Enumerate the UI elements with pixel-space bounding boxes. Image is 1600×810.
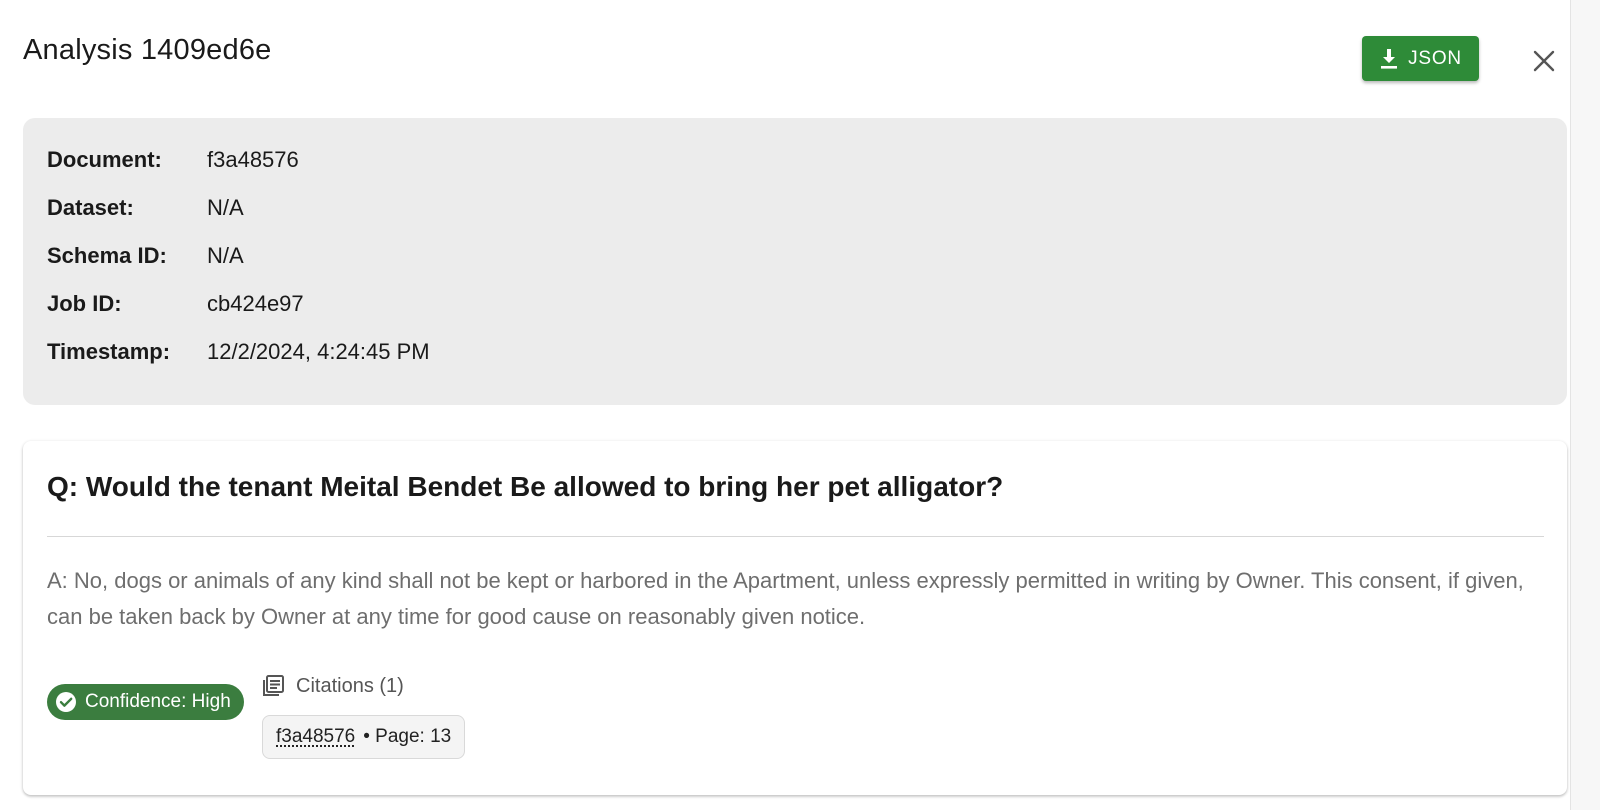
metadata-row-schema-id: Schema ID: N/A [47,241,244,271]
metadata-row-timestamp: Timestamp: 12/2/2024, 4:24:45 PM [47,337,430,367]
qa-card: Q: Would the tenant Meital Bendet Be all… [23,441,1567,795]
metadata-row-document: Document: f3a48576 [47,145,299,175]
metadata-label: Job ID: [47,291,122,316]
close-icon [1532,49,1556,73]
metadata-value: f3a48576 [207,147,299,172]
metadata-label: Document: [47,147,162,172]
check-circle-icon [55,691,77,713]
metadata-panel: Document: f3a48576 Dataset: N/A Schema I… [23,118,1567,405]
confidence-label: Confidence: High [85,691,231,712]
citation-page: • Page: 13 [363,726,452,747]
metadata-label: Timestamp: [47,339,171,364]
dialog-header: Analysis 1409ed6e JSON [23,34,1555,94]
metadata-row-job-id: Job ID: cb424e97 [47,289,304,319]
scrollbar[interactable] [1570,0,1600,810]
metadata-row-dataset: Dataset: N/A [47,193,244,223]
citations-header: Citations (1) [262,671,404,701]
metadata-label: Schema ID: [47,243,167,268]
citation-document-link[interactable]: f3a48576 [276,726,355,748]
metadata-value: N/A [207,195,244,220]
json-button-label: JSON [1408,47,1462,69]
confidence-badge: Confidence: High [47,684,244,720]
citations-label: Citations (1) [296,674,404,697]
divider [47,536,1544,537]
question-text: Q: Would the tenant Meital Bendet Be all… [47,471,1004,502]
close-button[interactable] [1527,44,1561,78]
citation-chip[interactable]: f3a48576 • Page: 13 [262,715,466,759]
library-books-icon [262,675,284,697]
metadata-value: N/A [207,243,244,268]
dialog-title: Analysis 1409ed6e [23,34,272,66]
download-icon [1379,48,1399,70]
answer-text: A: No, dogs or animals of any kind shall… [47,568,1524,629]
download-json-button[interactable]: JSON [1362,36,1479,81]
metadata-value: cb424e97 [207,291,304,316]
metadata-label: Dataset: [47,195,134,220]
metadata-value: 12/2/2024, 4:24:45 PM [207,339,430,364]
